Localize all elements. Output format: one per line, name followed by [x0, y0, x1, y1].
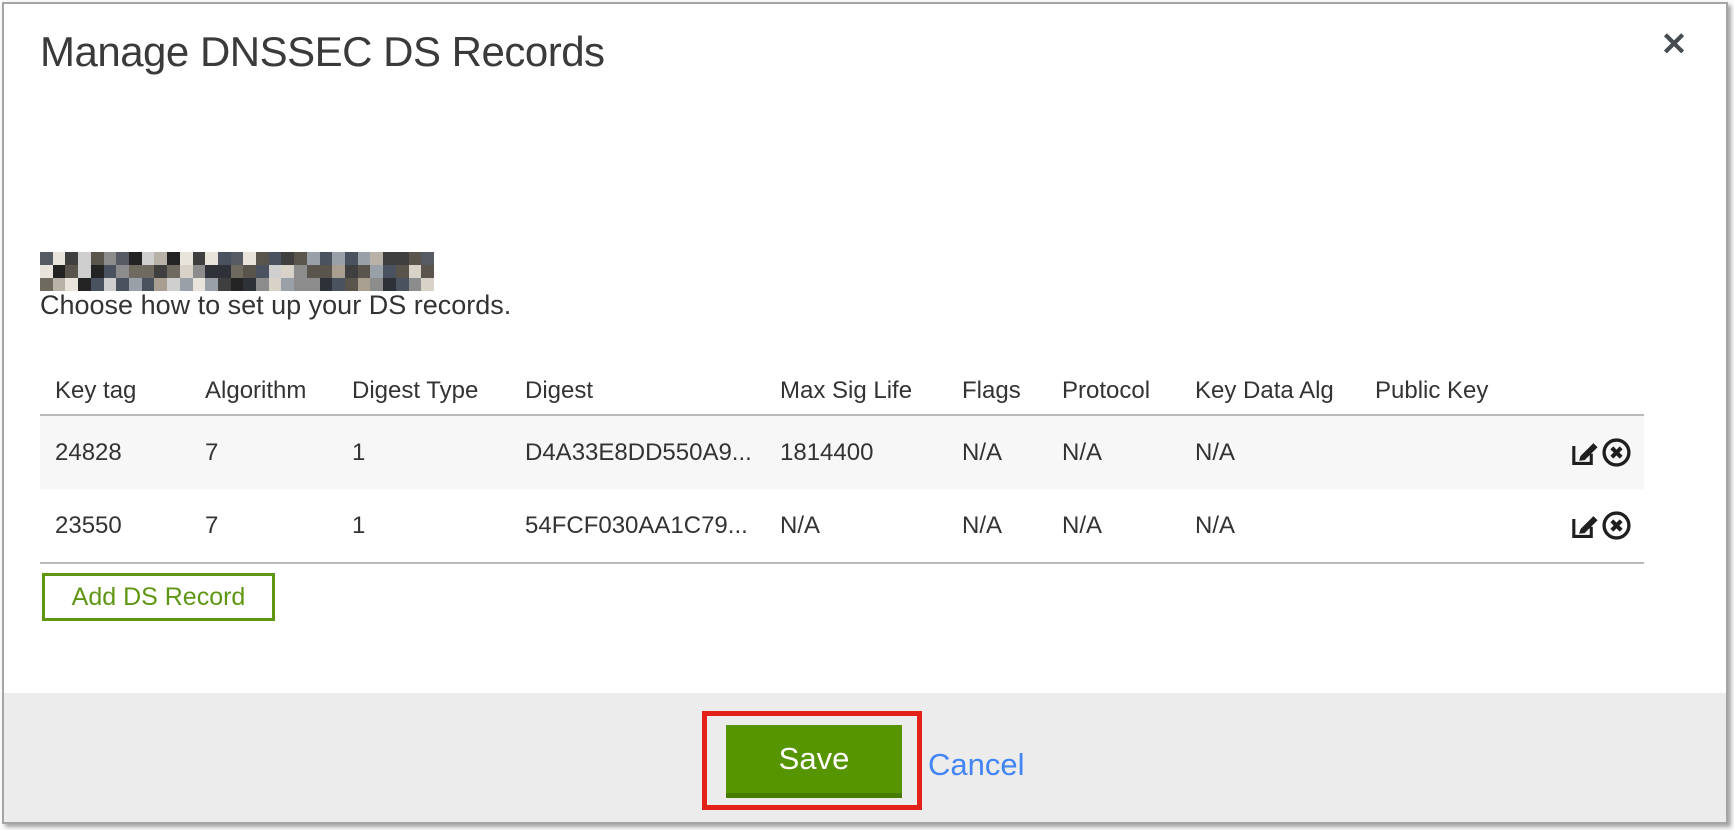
close-icon: ✕ [1661, 26, 1688, 62]
delete-record-button[interactable] [1601, 437, 1632, 469]
cell-digest-type: 1 [337, 439, 510, 467]
domain-redacted [40, 252, 434, 291]
delete-icon [1601, 510, 1632, 541]
edit-icon [1568, 510, 1599, 541]
instruction-text: Choose how to set up your DS records. [40, 290, 511, 321]
row-actions [1560, 437, 1644, 469]
column-header-flags: Flags [947, 377, 1047, 405]
table-header-row: Key tag Algorithm Digest Type Digest Max… [40, 368, 1644, 414]
cell-digest-type: 1 [337, 512, 510, 540]
column-header-digest-type: Digest Type [337, 377, 510, 405]
edit-record-button[interactable] [1568, 437, 1599, 469]
cell-protocol: N/A [1047, 439, 1180, 467]
edit-record-button[interactable] [1568, 510, 1599, 542]
cell-digest: 54FCF030AA1C79... [510, 512, 765, 540]
row-actions [1560, 510, 1644, 542]
ds-records-table: Key tag Algorithm Digest Type Digest Max… [40, 368, 1644, 564]
edit-icon [1568, 437, 1599, 468]
column-header-public-key: Public Key [1360, 377, 1560, 405]
cell-protocol: N/A [1047, 512, 1180, 540]
column-header-protocol: Protocol [1047, 377, 1180, 405]
page-title: Manage DNSSEC DS Records [40, 28, 605, 76]
column-header-algorithm: Algorithm [190, 377, 337, 405]
add-ds-record-button[interactable]: Add DS Record [42, 573, 275, 621]
cell-key-tag: 24828 [40, 439, 190, 467]
cell-key-data-alg: N/A [1180, 512, 1360, 540]
cell-algorithm: 7 [190, 512, 337, 540]
cell-flags: N/A [947, 439, 1047, 467]
dnssec-modal: Manage DNSSEC DS Records ✕ Choose how to… [2, 2, 1728, 824]
cell-max-sig-life: N/A [765, 512, 947, 540]
cell-algorithm: 7 [190, 439, 337, 467]
cell-flags: N/A [947, 512, 1047, 540]
column-header-key-tag: Key tag [40, 377, 190, 405]
delete-icon [1601, 437, 1632, 468]
column-header-max-sig-life: Max Sig Life [765, 377, 947, 405]
close-button[interactable]: ✕ [1652, 22, 1696, 66]
cell-max-sig-life: 1814400 [765, 439, 947, 467]
save-button[interactable]: Save [726, 725, 902, 798]
column-header-digest: Digest [510, 377, 765, 405]
cell-digest: D4A33E8DD550A9... [510, 439, 765, 467]
cell-key-data-alg: N/A [1180, 439, 1360, 467]
column-header-key-data-alg: Key Data Alg [1180, 377, 1360, 405]
cancel-link[interactable]: Cancel [928, 747, 1025, 783]
delete-record-button[interactable] [1601, 510, 1632, 542]
table-row: 24828 7 1 D4A33E8DD550A9... 1814400 N/A … [40, 414, 1644, 489]
cell-key-tag: 23550 [40, 512, 190, 540]
table-row: 23550 7 1 54FCF030AA1C79... N/A N/A N/A … [40, 489, 1644, 564]
